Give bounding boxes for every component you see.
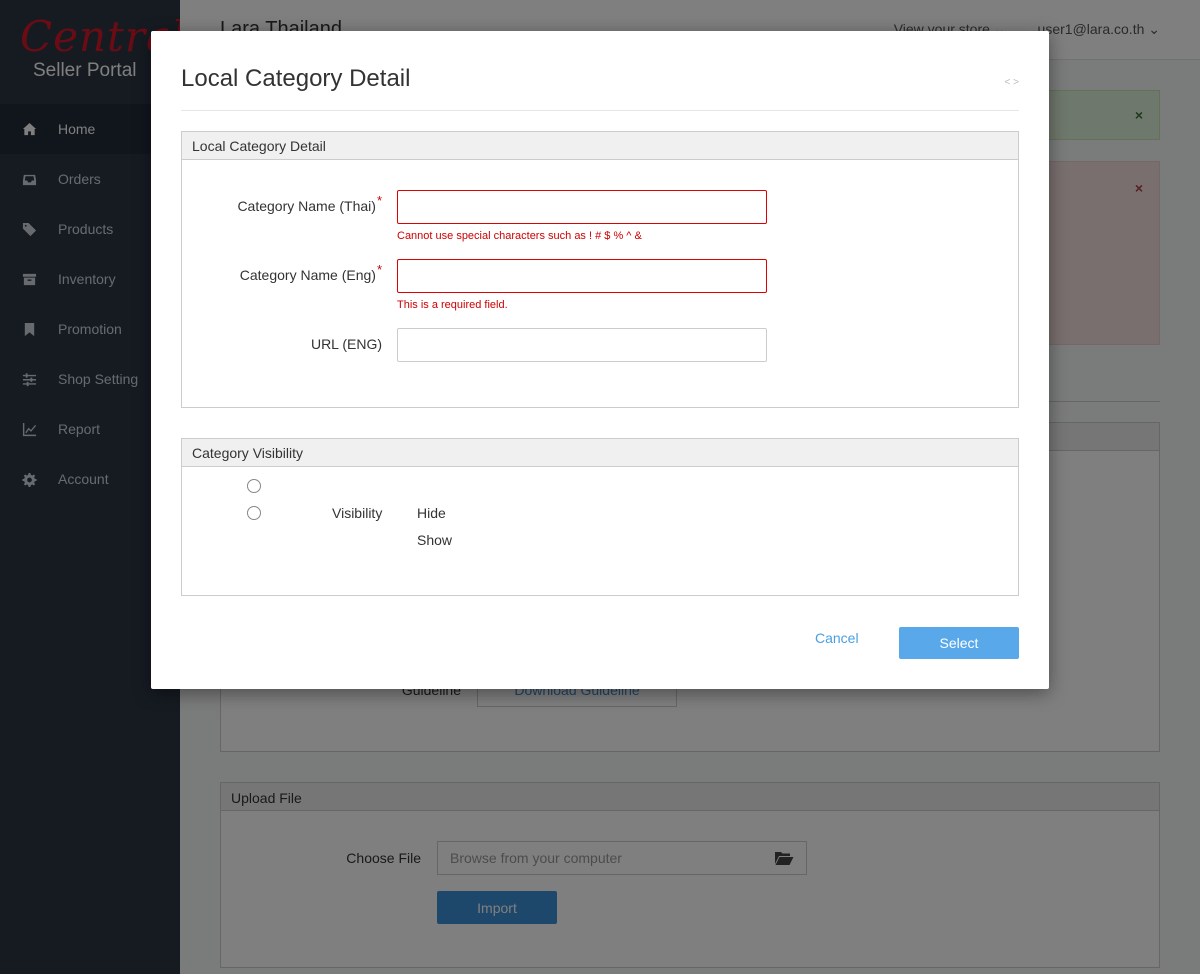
category-name-thai-error: Cannot use special characters such as ! … — [397, 230, 642, 242]
close-icon[interactable]: ˂ ˃ — [1005, 77, 1019, 88]
category-detail-panel: Local Category Detail Category Name (Tha… — [181, 131, 1019, 408]
visibility-option-show[interactable]: Show — [417, 532, 452, 548]
panel-title: Local Category Detail — [182, 132, 1018, 160]
category-name-eng-error: This is a required field. — [397, 299, 508, 311]
visibility-radio-show[interactable] — [247, 506, 261, 520]
visibility-option-hide[interactable]: Hide — [417, 505, 446, 521]
modal-header: Local Category Detail ˂ ˃ — [181, 31, 1019, 111]
required-marker: * — [376, 262, 382, 277]
required-marker: * — [376, 193, 382, 208]
category-name-thai-label: Category Name (Thai)* — [237, 193, 382, 214]
url-eng-input[interactable] — [397, 328, 767, 362]
category-visibility-panel: Category Visibility Visibility Hide Show — [181, 438, 1019, 596]
panel-title: Category Visibility — [182, 439, 1018, 467]
select-button[interactable]: Select — [899, 627, 1019, 659]
visibility-label: Visibility — [332, 505, 383, 521]
url-eng-label: URL (ENG) — [310, 336, 382, 352]
modal-title: Local Category Detail — [181, 65, 411, 92]
local-category-modal: Local Category Detail ˂ ˃ Local Category… — [151, 31, 1049, 689]
visibility-radio-hide[interactable] — [247, 479, 261, 493]
cancel-button[interactable]: Cancel — [815, 630, 859, 646]
category-name-thai-input[interactable] — [397, 190, 767, 224]
category-name-eng-input[interactable] — [397, 259, 767, 293]
category-name-eng-label: Category Name (Eng)* — [239, 262, 382, 283]
